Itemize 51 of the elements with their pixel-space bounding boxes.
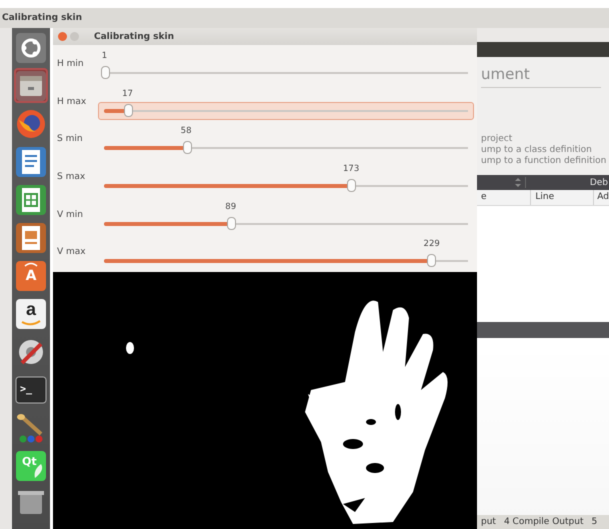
status-tab[interactable]: 5 — [591, 517, 598, 527]
slider[interactable] — [98, 102, 474, 120]
terminal-icon — [15, 374, 47, 406]
trackbar-value: 1 — [102, 51, 108, 61]
hint-text: project — [481, 134, 514, 145]
trackbar-label: S max — [57, 172, 86, 182]
hint-text: ump to a function definition — [481, 156, 608, 167]
trackbar-label: H min — [57, 58, 85, 69]
presentation-icon — [15, 222, 47, 254]
panel-title: Deb — [590, 178, 608, 188]
status-tab[interactable]: 4 Compile Output — [504, 517, 584, 527]
slider-thumb[interactable] — [182, 141, 192, 154]
column-header[interactable]: Ad — [594, 190, 609, 205]
launcher-item[interactable] — [14, 30, 48, 65]
column-header[interactable]: e — [477, 190, 532, 205]
trackbar-value: 229 — [424, 239, 440, 250]
trackbar-label: V min — [57, 210, 84, 220]
hint-text: ump to a class definition — [481, 145, 593, 156]
window-title: Calibrating skin — [2, 13, 82, 23]
document-icon — [15, 146, 47, 178]
qt-icon — [15, 450, 47, 482]
launcher-item[interactable]: >_ — [14, 372, 48, 407]
drawer-icon — [15, 70, 47, 102]
spreadsheet-icon — [15, 184, 47, 216]
heading: ument — [481, 65, 531, 83]
updown-icon[interactable] — [514, 178, 521, 187]
trackbar-value: 17 — [122, 88, 133, 99]
launcher-item[interactable] — [14, 182, 48, 217]
slider-thumb[interactable] — [426, 254, 436, 268]
status-tab[interactable]: put — [481, 517, 496, 527]
slider-thumb[interactable] — [101, 66, 110, 79]
trackbar-value: 58 — [180, 126, 192, 136]
close-button[interactable] — [58, 32, 67, 41]
slider-thumb[interactable] — [346, 179, 356, 192]
launcher-item[interactable] — [14, 68, 48, 103]
trackbar-label: V max — [57, 247, 87, 258]
ubuntu-logo-icon — [15, 32, 47, 64]
column-header[interactable]: Line — [531, 190, 594, 205]
trackbar-value: 89 — [225, 202, 236, 212]
slider-thumb[interactable] — [227, 216, 236, 230]
trackbar-value: 173 — [343, 164, 360, 174]
shopping-bag-icon — [15, 260, 47, 292]
shop-icon — [15, 298, 47, 330]
browser-icon — [15, 108, 47, 140]
window-title: Calibrating skin — [94, 32, 174, 42]
launcher-item[interactable]: a — [14, 296, 48, 331]
trackbar-label: H max — [57, 96, 88, 106]
launcher-item[interactable] — [14, 220, 48, 255]
slider-thumb[interactable] — [124, 104, 134, 117]
trackbar-label: S min — [57, 134, 84, 144]
launcher-item[interactable] — [14, 144, 48, 179]
